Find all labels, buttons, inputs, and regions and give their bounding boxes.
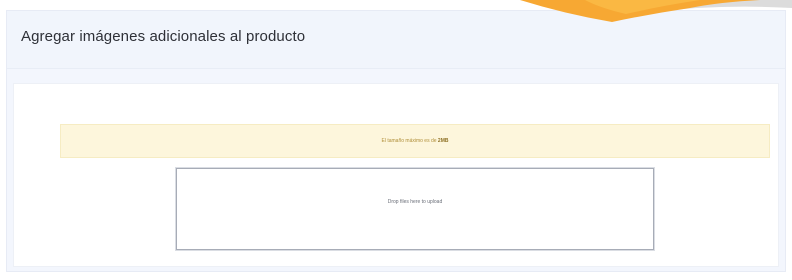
max-size-notice: El tamaño máximo es de 2MB — [60, 124, 770, 158]
card-header: Agregar imágenes adicionales al producto — [7, 11, 785, 69]
additional-images-card: Agregar imágenes adicionales al producto… — [6, 10, 786, 272]
card-title: Agregar imágenes adicionales al producto — [21, 28, 306, 45]
image-dropzone[interactable]: Drop files here to upload — [176, 168, 654, 250]
notice-max-size: 2MB — [437, 138, 449, 144]
notice-text: El tamaño máximo es de — [381, 138, 437, 144]
card-body: El tamaño máximo es de 2MB Drop files he… — [13, 83, 779, 267]
dropzone-message: Drop files here to upload — [387, 199, 443, 205]
